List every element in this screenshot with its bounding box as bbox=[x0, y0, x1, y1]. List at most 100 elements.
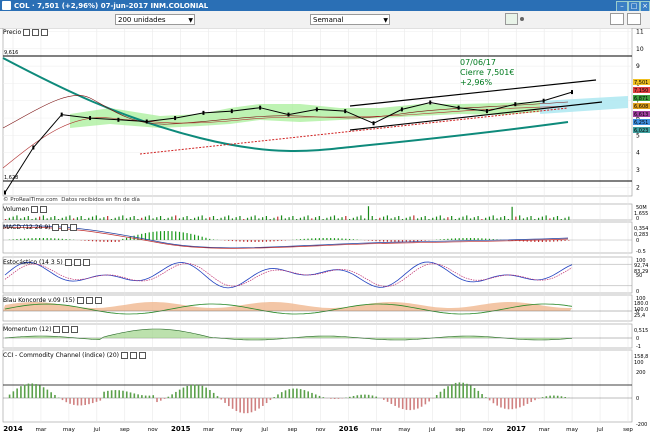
cci-bar bbox=[62, 398, 64, 400]
cci-bar bbox=[39, 385, 41, 398]
volume-bar bbox=[546, 215, 547, 220]
price-bar bbox=[4, 191, 6, 195]
source-line: © ProRealTime.com Datos recibidos en fin… bbox=[3, 197, 140, 203]
macd-histogram-bar bbox=[152, 232, 153, 240]
cci-bar bbox=[428, 398, 430, 401]
edit-icon[interactable] bbox=[77, 297, 84, 304]
right-value-label: 7,501 bbox=[634, 80, 648, 86]
cci-bar bbox=[285, 390, 287, 398]
window-icon[interactable] bbox=[130, 352, 137, 359]
price-bar bbox=[458, 106, 460, 110]
window-icon[interactable] bbox=[74, 259, 81, 266]
macd-histogram-bar bbox=[568, 240, 569, 241]
price-bar bbox=[288, 113, 290, 117]
cci-bar bbox=[31, 383, 33, 398]
macd-histogram-bar bbox=[126, 238, 127, 240]
macd-histogram-bar bbox=[115, 240, 116, 242]
close-icon[interactable] bbox=[70, 224, 77, 231]
macd-histogram-bar bbox=[440, 239, 441, 240]
chevron-down-icon: ▼ bbox=[383, 15, 388, 26]
volume-bar bbox=[92, 217, 93, 220]
cci-bar bbox=[549, 396, 551, 398]
volume-bar bbox=[485, 218, 486, 220]
panel-frame-stoch bbox=[3, 257, 632, 293]
x-tick-label: 2014 bbox=[3, 425, 23, 433]
close-icon[interactable] bbox=[139, 352, 146, 359]
volume-bar bbox=[145, 217, 146, 220]
close-icon[interactable] bbox=[40, 206, 47, 213]
volume-bar bbox=[88, 218, 89, 220]
volume-bar bbox=[443, 218, 444, 220]
cci-bar bbox=[387, 398, 389, 402]
macd-histogram-bar bbox=[198, 236, 199, 240]
volume-value-label: 1.655 bbox=[634, 211, 648, 217]
cci-bar bbox=[300, 389, 302, 398]
macd-histogram-bar bbox=[349, 239, 350, 240]
window-icon[interactable] bbox=[32, 29, 39, 36]
volume-bar bbox=[130, 217, 131, 220]
chart-area[interactable]: 2014marmayjulsepnov2015marmayjulsepnov20… bbox=[0, 28, 650, 434]
close-icon[interactable] bbox=[95, 297, 102, 304]
cci-bar bbox=[69, 398, 71, 404]
chart-svg[interactable]: 2014marmayjulsepnov2015marmayjulsepnov20… bbox=[0, 28, 650, 434]
volume-bar bbox=[474, 217, 475, 220]
x-tick-label: sep bbox=[288, 427, 298, 433]
panel-label-volume: Volumen bbox=[3, 206, 47, 213]
window-icon[interactable] bbox=[62, 326, 69, 333]
cci-bar bbox=[443, 389, 445, 398]
close-icon[interactable] bbox=[83, 259, 90, 266]
cci-bar bbox=[375, 397, 377, 398]
volume-bar bbox=[96, 215, 97, 220]
close-icon[interactable] bbox=[71, 326, 78, 333]
edit-icon[interactable] bbox=[65, 259, 72, 266]
options-icon[interactable] bbox=[520, 17, 524, 21]
settings-icon[interactable] bbox=[627, 13, 641, 25]
edit-icon[interactable] bbox=[23, 29, 30, 36]
period-value: Semanal bbox=[313, 16, 344, 24]
window-icon[interactable] bbox=[61, 224, 68, 231]
cci-bar bbox=[481, 394, 483, 398]
volume-bar bbox=[440, 215, 441, 220]
volume-bar bbox=[39, 217, 40, 220]
edit-icon[interactable] bbox=[121, 352, 128, 359]
cci-bar bbox=[523, 398, 525, 406]
macd-histogram-bar bbox=[341, 238, 342, 240]
macd-histogram-bar bbox=[183, 232, 184, 240]
window-icon[interactable] bbox=[86, 297, 93, 304]
cci-bar bbox=[307, 391, 309, 398]
volume-bar bbox=[341, 217, 342, 220]
window-icon[interactable] bbox=[31, 206, 38, 213]
macd-histogram-bar bbox=[323, 238, 324, 240]
cci-bar bbox=[141, 395, 143, 398]
export-icon[interactable] bbox=[610, 13, 624, 25]
close-icon[interactable] bbox=[41, 29, 48, 36]
panel-frame-macd bbox=[3, 222, 632, 253]
macd-histogram-bar bbox=[202, 237, 203, 240]
period-select[interactable]: Semanal ▼ bbox=[310, 14, 390, 25]
macd-histogram-bar bbox=[326, 238, 327, 240]
panel-label-stochastic: Estocástico (14 3 5) bbox=[3, 259, 90, 266]
macd-histogram-bar bbox=[421, 240, 422, 241]
macd-histogram-bar bbox=[164, 231, 165, 240]
volume-bar bbox=[103, 217, 104, 220]
cci-bar bbox=[266, 398, 268, 403]
macd-histogram-bar bbox=[304, 239, 305, 240]
cci-bar bbox=[171, 394, 173, 398]
units-select[interactable]: 200 unidades▼ bbox=[115, 14, 195, 25]
chart-type-icon[interactable] bbox=[505, 13, 518, 25]
cci-bar bbox=[538, 398, 540, 399]
cci-bar bbox=[455, 383, 457, 398]
macd-histogram-bar bbox=[209, 239, 210, 240]
macd-histogram-bar bbox=[375, 240, 376, 241]
edit-icon[interactable] bbox=[52, 224, 59, 231]
edit-icon[interactable] bbox=[53, 326, 60, 333]
macd-histogram-bar bbox=[251, 240, 252, 242]
panel-label-price: Precio bbox=[3, 29, 48, 36]
volume-bar bbox=[107, 216, 108, 220]
macd-histogram-bar bbox=[194, 235, 195, 240]
macd-histogram-bar bbox=[47, 238, 48, 240]
cci-bar bbox=[398, 398, 400, 408]
volume-bar bbox=[149, 215, 150, 220]
price-bar bbox=[231, 109, 233, 113]
cci-tick-label: -200 bbox=[636, 422, 647, 428]
